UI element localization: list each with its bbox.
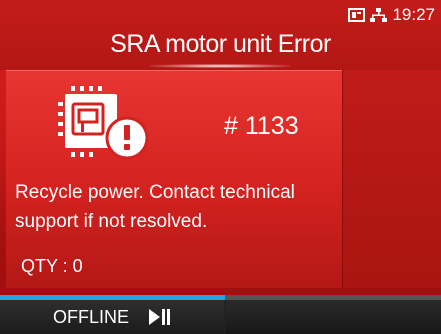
- side-panel: [342, 70, 441, 288]
- title-underline-glow: [150, 64, 290, 68]
- page-title: SRA motor unit Error: [110, 30, 331, 58]
- header-bar: 19:27 SRA motor unit Error: [0, 0, 441, 70]
- status-bar: 19:27: [348, 4, 435, 26]
- offline-label: OFFLINE: [52, 306, 129, 327]
- footer-right-button[interactable]: [225, 300, 441, 334]
- quantity-label: QTY : 0: [21, 256, 83, 276]
- printer-screen: 19:27 SRA motor unit Error # 1133 Recycl…: [0, 0, 441, 334]
- footer-bar: OFFLINE: [0, 300, 441, 334]
- offline-button[interactable]: OFFLINE: [0, 300, 224, 334]
- error-message: Recycle power. Contact technical support…: [15, 182, 295, 232]
- play-pause-icon: [149, 308, 171, 326]
- memory-card-icon: [348, 8, 366, 22]
- error-code: # 1133: [224, 112, 299, 140]
- clock: 19:27: [392, 5, 435, 24]
- chip-warning-icon: [58, 86, 150, 169]
- error-panel: # 1133 Recycle power. Contact technical …: [6, 70, 342, 288]
- network-icon: [370, 7, 388, 23]
